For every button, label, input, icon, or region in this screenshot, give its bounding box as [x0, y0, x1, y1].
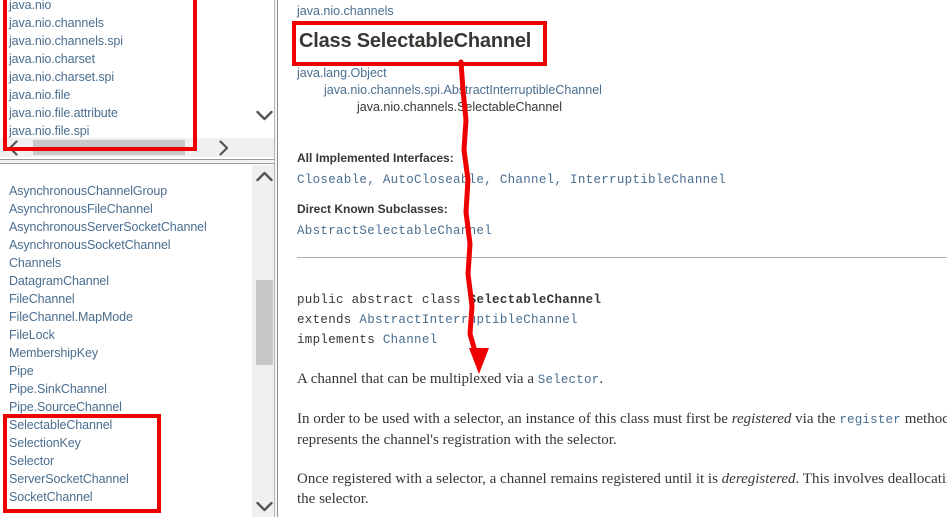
signature-implements-keyword: implements [297, 333, 383, 347]
direct-subclasses-value[interactable]: AbstractSelectableChannel [297, 223, 947, 239]
signature-superclass-link[interactable]: AbstractInterruptibleChannel [359, 313, 577, 327]
summary-prefix: A channel that can be multiplexed via a [297, 371, 538, 387]
class-link[interactable]: AsynchronousSocketChannel [0, 236, 252, 254]
inheritance-node: java.nio.channels.SelectableChannel [357, 100, 563, 114]
selector-code-link[interactable]: Selector [538, 373, 600, 387]
class-list[interactable]: AsynchronousChannelGroup AsynchronousFil… [0, 165, 252, 517]
horizontal-scroll-thumb[interactable] [33, 140, 185, 155]
class-link[interactable]: Pipe.SourceChannel [0, 398, 252, 416]
paragraph-middle: via the [791, 411, 840, 427]
class-signature: public abstract class SelectableChannel … [297, 290, 947, 350]
package-list-frame: java.nio java.nio.channels java.nio.chan… [0, 0, 277, 160]
paragraph-line2: the selector. [297, 491, 369, 507]
class-link[interactable]: SelectionKey [0, 434, 252, 452]
emphasis-deregistered: deregistered [721, 471, 796, 487]
package-link[interactable]: java.nio.file.attribute [0, 104, 252, 122]
inheritance-node[interactable]: java.lang.Object [297, 65, 947, 82]
package-link[interactable]: java.nio [0, 0, 252, 14]
frame-separator[interactable] [0, 159, 277, 164]
class-summary-paragraph: A channel that can be multiplexed via a … [297, 369, 947, 390]
javadoc-browser-window: java.nio java.nio.channels java.nio.chan… [0, 0, 947, 517]
register-code-link[interactable]: register [839, 413, 901, 427]
class-link[interactable]: Selector [0, 452, 252, 470]
class-link[interactable]: AsynchronousFileChannel [0, 200, 252, 218]
class-link[interactable]: Pipe [0, 362, 252, 380]
class-link[interactable]: DatagramChannel [0, 272, 252, 290]
direct-subclasses-label: Direct Known Subclasses: [297, 202, 448, 216]
implemented-interfaces-block: All Implemented Interfaces: Closeable, A… [297, 150, 947, 188]
package-list-horizontal-scrollbar[interactable] [0, 138, 252, 157]
class-list-frame: AsynchronousChannelGroup AsynchronousFil… [0, 165, 277, 517]
direct-subclasses-block: Direct Known Subclasses: AbstractSelecta… [297, 201, 947, 239]
class-link[interactable]: AsynchronousChannelGroup [0, 182, 252, 200]
paragraph-line2: represents the channel's registration wi… [297, 432, 617, 448]
package-link[interactable]: java.nio.file [0, 86, 252, 104]
paragraph-suffix: . This involves deallocating whatever re… [795, 471, 947, 487]
class-link[interactable]: Pipe.SinkChannel [0, 380, 252, 398]
class-link[interactable]: FileChannel.MapMode [0, 308, 252, 326]
class-link[interactable]: AsynchronousServerSocketChannel [0, 218, 252, 236]
class-documentation-panel: java.nio.channels Class SelectableChanne… [279, 0, 947, 517]
package-link[interactable]: java.nio.file.spi [0, 122, 252, 138]
left-navigation-column: java.nio java.nio.channels java.nio.chan… [0, 0, 277, 517]
signature-extends-keyword: extends [297, 313, 360, 327]
package-link[interactable]: java.nio.charset.spi [0, 68, 252, 86]
scroll-right-icon[interactable] [208, 138, 238, 157]
section-divider [297, 257, 947, 258]
package-link[interactable]: java.nio.charset [0, 50, 252, 68]
deregistration-paragraph: Once registered with a selector, a chann… [297, 469, 947, 509]
class-link[interactable]: SocketChannel [0, 488, 252, 506]
implemented-interfaces-value[interactable]: Closeable, AutoCloseable, Channel, Inter… [297, 172, 947, 188]
class-link[interactable]: ServerSocketChannel [0, 470, 252, 488]
signature-interface-link[interactable]: Channel [383, 333, 438, 347]
scroll-left-icon[interactable] [0, 138, 26, 157]
class-link[interactable]: FileLock [0, 326, 252, 344]
summary-suffix: . [599, 371, 604, 387]
page-title: Class SelectableChannel [299, 30, 532, 52]
package-name-label: java.nio.channels [297, 4, 394, 18]
vertical-scroll-thumb[interactable] [256, 280, 273, 365]
emphasis-registered: registered [731, 411, 792, 427]
class-link[interactable]: SelectableChannel [0, 416, 252, 434]
panel-divider[interactable] [274, 0, 278, 517]
paragraph-suffix: method. This method returns an object ca… [904, 411, 947, 427]
paragraph-prefix: In order to be used with a selector, an … [297, 411, 732, 427]
inheritance-tree: java.lang.Object java.nio.channels.spi.A… [297, 65, 947, 116]
package-list[interactable]: java.nio java.nio.channels java.nio.chan… [0, 0, 252, 138]
class-link[interactable]: Channels [0, 254, 252, 272]
implemented-interfaces-label: All Implemented Interfaces: [297, 151, 454, 165]
paragraph-prefix: Once registered with a selector, a chann… [297, 471, 722, 487]
class-link[interactable]: MembershipKey [0, 344, 252, 362]
package-link[interactable]: java.nio.channels [0, 14, 252, 32]
inheritance-node[interactable]: java.nio.channels.spi.AbstractInterrupti… [324, 82, 947, 99]
signature-modifiers: public abstract class [297, 293, 469, 307]
package-link[interactable]: java.nio.channels.spi [0, 32, 252, 50]
registration-paragraph: In order to be used with a selector, an … [297, 409, 947, 450]
class-link[interactable]: FileChannel [0, 290, 252, 308]
signature-class-name: SelectableChannel [468, 293, 602, 307]
